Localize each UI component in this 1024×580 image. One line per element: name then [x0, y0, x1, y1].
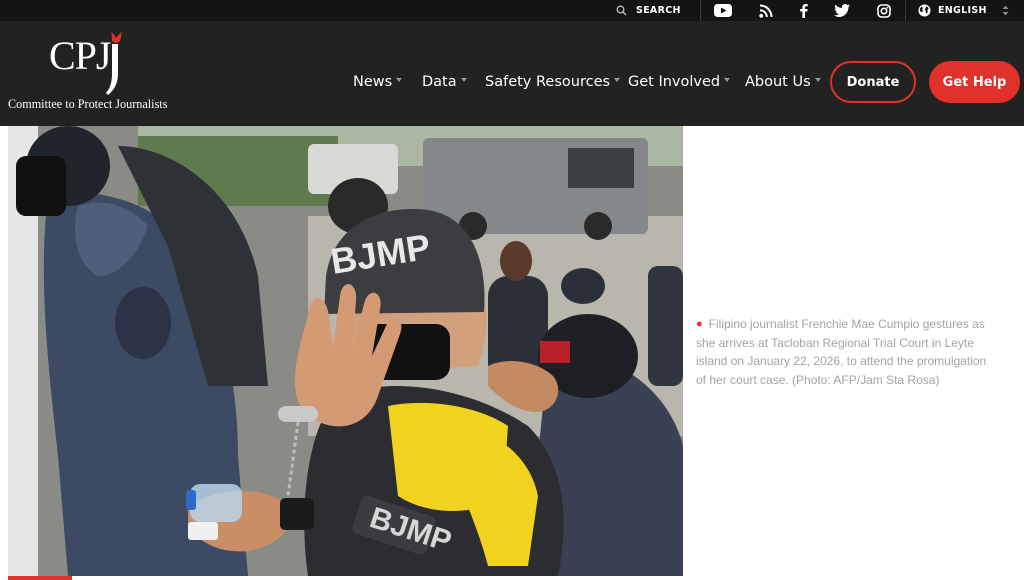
van-wheel [584, 212, 612, 240]
caret-down-icon [614, 78, 621, 82]
youtube-link[interactable] [711, 0, 735, 21]
article-photo: BJMP BJMP [8, 126, 683, 576]
shoulder-patch [115, 287, 171, 359]
bottle-cap [186, 490, 196, 510]
photo-illustration: BJMP BJMP [8, 126, 683, 576]
top-utility-bar: SEARCH ENGLISH [0, 0, 1024, 21]
nav-label: News [353, 74, 393, 90]
officer-face-mask [16, 156, 66, 216]
caret-down-icon [814, 78, 821, 82]
search-icon [616, 5, 627, 16]
globe-icon [918, 4, 931, 17]
donate-button[interactable]: Donate [830, 61, 916, 103]
nav-item-safety-resources[interactable]: Safety Resources [485, 71, 621, 93]
instagram-icon [877, 3, 891, 18]
background-officer-cap [561, 268, 605, 304]
twitter-icon [834, 4, 850, 17]
get-help-button[interactable]: Get Help [929, 61, 1020, 103]
facebook-link[interactable] [791, 0, 815, 21]
photo-caption: ● Filipino journalist Frenchie Mae Cumpio… [696, 315, 992, 390]
nav-label: Get Involved [628, 74, 721, 90]
caret-down-icon [460, 78, 467, 82]
language-label: ENGLISH [938, 5, 987, 16]
site-header: CPJ Committee to Protect Journalists New… [0, 21, 1024, 126]
logo-text: CPJ [49, 33, 111, 78]
facebook-icon [799, 4, 808, 18]
rss-icon [759, 4, 773, 18]
sort-arrows-icon [1002, 5, 1009, 16]
cpj-logo-mark: CPJ [49, 31, 122, 95]
flame-icon [111, 31, 122, 43]
caret-down-icon [396, 78, 403, 82]
caption-bullet-icon: ● [696, 318, 703, 330]
language-selector[interactable]: ENGLISH [918, 0, 1009, 21]
youtube-icon [714, 4, 732, 17]
instagram-link[interactable] [872, 0, 896, 21]
topbar-divider [905, 0, 906, 21]
search-button[interactable]: SEARCH [616, 0, 681, 21]
twitter-link[interactable] [830, 0, 854, 21]
nav-item-news[interactable]: News [353, 71, 403, 93]
nav-label: About Us [745, 74, 811, 90]
van-windshield [568, 148, 634, 188]
nav-item-get-involved[interactable]: Get Involved [628, 71, 731, 93]
accent-strip [8, 576, 72, 580]
water-bottle [190, 484, 242, 522]
handcuff [278, 406, 318, 422]
caption-text: Filipino journalist Frenchie Mae Cumpio … [696, 317, 987, 388]
nav-label: Data [422, 74, 457, 90]
nav-label: Safety Resources [485, 74, 611, 90]
flag-patch [540, 341, 570, 363]
caret-down-icon [724, 78, 731, 82]
tissue [188, 522, 218, 540]
far-right-officer [648, 266, 683, 386]
site-tagline: Committee to Protect Journalists [8, 97, 168, 111]
background-person-head [500, 241, 532, 281]
rss-link[interactable] [754, 0, 778, 21]
topbar-divider [700, 0, 701, 21]
wristwatch [280, 498, 314, 530]
search-label: SEARCH [636, 5, 681, 16]
nav-item-about-us[interactable]: About Us [745, 71, 821, 93]
nav-item-data[interactable]: Data [422, 71, 467, 93]
cpj-logo[interactable]: CPJ [48, 29, 140, 95]
